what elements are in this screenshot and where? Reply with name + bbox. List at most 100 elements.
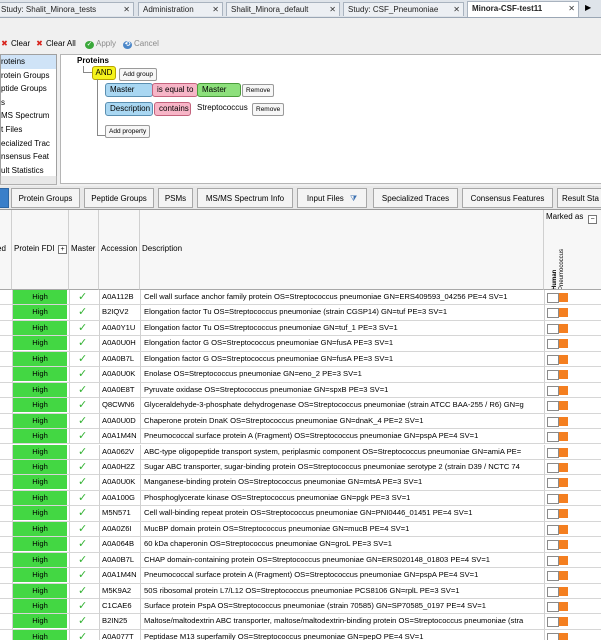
human-marker-checkbox[interactable]: [547, 462, 559, 473]
pneumococcus-marker-flag[interactable]: [559, 385, 568, 395]
and-operator-button[interactable]: AND: [92, 66, 116, 80]
human-marker-checkbox[interactable]: [547, 447, 559, 458]
filter-icon[interactable]: ⧩: [350, 194, 357, 203]
pneumococcus-marker-flag[interactable]: [559, 632, 568, 640]
field-list-scrollbar[interactable]: [0, 176, 57, 185]
collapse-column-icon[interactable]: −: [588, 215, 597, 224]
human-marker-checkbox[interactable]: [547, 602, 559, 612]
human-marker-checkbox[interactable]: [547, 293, 559, 303]
human-marker-checkbox[interactable]: [547, 586, 559, 597]
pneumococcus-marker-flag[interactable]: [559, 447, 568, 457]
table-row[interactable]: High ✓ A0A0U0K Enolase OS=Streptococcus pne…: [0, 367, 601, 383]
human-marker-checkbox[interactable]: [547, 339, 559, 350]
field-list-item[interactable]: t Files: [1, 123, 56, 137]
field-list-item[interactable]: rotein Groups: [1, 69, 56, 83]
tab-msms-spectrum-info[interactable]: MS/MS Spectrum Info: [197, 188, 293, 208]
human-marker-checkbox[interactable]: [547, 416, 559, 427]
tab-specialized-traces[interactable]: Specialized Traces: [373, 188, 458, 208]
condition-operator-contains[interactable]: contains: [154, 102, 191, 116]
doc-tab-minora-csf-test11[interactable]: Minora-CSF-test11 ✕: [467, 1, 579, 17]
field-list-item[interactable]: ecialized Trac: [1, 137, 56, 151]
tab-psms[interactable]: PSMs: [158, 188, 193, 208]
table-row[interactable]: High ✓ A0A1M4N Pneumococcal surface protein…: [0, 429, 601, 445]
table-row[interactable]: High ✓ A0A0U0H Elongation factor G OS=Strep…: [0, 336, 601, 352]
pneumococcus-marker-flag[interactable]: [559, 416, 568, 426]
human-marker-checkbox[interactable]: [547, 540, 559, 551]
table-row[interactable]: High ✓ A0A0U0D Chaperone protein DnaK OS=St…: [0, 413, 601, 430]
tab-protein-groups[interactable]: Protein Groups: [11, 188, 80, 208]
tab-input-files[interactable]: Input Files ⧩: [297, 188, 367, 208]
entity-field-list[interactable]: roteins rotein Groups ptide Groups s MS …: [0, 54, 57, 178]
pneumococcus-marker-flag[interactable]: [559, 586, 568, 596]
column-header-marked-as[interactable]: Marked as − Human Pneumococcus: [544, 210, 601, 290]
condition-value-master[interactable]: Master: [197, 83, 241, 97]
human-marker-checkbox[interactable]: [547, 555, 559, 566]
pneumococcus-marker-flag[interactable]: [559, 370, 568, 380]
tab-consensus-features[interactable]: Consensus Features: [462, 188, 553, 208]
remove-condition-button[interactable]: Remove: [252, 103, 285, 116]
close-icon[interactable]: ✕: [453, 3, 460, 16]
add-group-button[interactable]: Add group: [119, 68, 157, 81]
table-row[interactable]: High ✓ C1CAE6 Surface protein PspA OS=Strep…: [0, 599, 601, 615]
field-list-item[interactable]: MS Spectrum: [1, 109, 56, 123]
cancel-button[interactable]: ⟲ Cancel: [123, 36, 159, 52]
field-list-item[interactable]: nsensus Feat: [1, 150, 56, 164]
close-icon[interactable]: ✕: [212, 3, 219, 16]
pneumococcus-marker-flag[interactable]: [559, 571, 568, 581]
doc-tab-study-shalit-minora-tests[interactable]: Study: Shalit_Minora_tests ✕: [0, 2, 134, 16]
pneumococcus-marker-flag[interactable]: [559, 432, 568, 442]
table-row[interactable]: High ✓ A0A062V ABC-type oligopeptide transp…: [0, 444, 601, 460]
pneumococcus-marker-flag[interactable]: [559, 401, 568, 411]
condition-operator-equal[interactable]: is equal to: [152, 83, 198, 97]
table-row[interactable]: High ✓ A0A100G Phosphoglycerate kinase OS=S…: [0, 490, 601, 507]
condition-value-streptococcus[interactable]: Streptococcus: [197, 102, 248, 114]
human-marker-checkbox[interactable]: [547, 509, 559, 520]
close-icon[interactable]: ✕: [568, 2, 575, 16]
table-row[interactable]: High ✓ Q8CWN6 Glyceraldehyde-3-phosphate de…: [0, 398, 601, 414]
table-row[interactable]: High ✓ B2IN25 Maltose/maltodextrin ABC tran…: [0, 614, 601, 630]
doc-tab-shalit-minora-default[interactable]: Shalit_Minora_default ✕: [226, 2, 340, 16]
human-marker-checkbox[interactable]: [547, 524, 559, 535]
table-row[interactable]: High ✓ A0A0B7L Elongation factor G OS=Strep…: [0, 351, 601, 368]
pneumococcus-marker-flag[interactable]: [559, 462, 568, 472]
apply-button[interactable]: ✓ Apply: [85, 36, 116, 52]
column-header-checked[interactable]: ed: [0, 210, 12, 290]
close-icon[interactable]: ✕: [329, 3, 336, 16]
remove-condition-button[interactable]: Remove: [242, 84, 275, 97]
column-header-accession[interactable]: Accession: [99, 210, 140, 290]
pneumococcus-marker-flag[interactable]: [559, 308, 568, 318]
tab-peptide-groups[interactable]: Peptide Groups: [84, 188, 154, 208]
condition-field-master[interactable]: Master: [105, 83, 153, 97]
human-marker-checkbox[interactable]: [547, 632, 559, 640]
table-row[interactable]: High ✓ A0A0U0K Manganese-binding protein OS…: [0, 475, 601, 491]
expand-column-icon[interactable]: +: [58, 245, 67, 254]
pneumococcus-marker-flag[interactable]: [559, 354, 568, 364]
human-marker-checkbox[interactable]: [547, 432, 559, 443]
pneumococcus-marker-flag[interactable]: [559, 323, 568, 333]
table-row[interactable]: High ✓ A0A0Y1U Elongation factor Tu OS=Stre…: [0, 320, 601, 337]
pneumococcus-marker-flag[interactable]: [559, 524, 568, 534]
table-row[interactable]: High ✓ A0A0B7L CHAP domain-containing prote…: [0, 552, 601, 569]
pneumococcus-marker-flag[interactable]: [559, 509, 568, 519]
human-marker-checkbox[interactable]: [547, 370, 559, 381]
table-row[interactable]: High ✓ B2IQV2 Elongation factor Tu OS=Strep…: [0, 305, 601, 321]
human-marker-checkbox[interactable]: [547, 385, 559, 396]
tab-scroll-right-icon[interactable]: ▶: [585, 3, 591, 12]
human-marker-checkbox[interactable]: [547, 401, 559, 412]
human-marker-checkbox[interactable]: [547, 571, 559, 582]
condition-field-description[interactable]: Description: [105, 102, 153, 116]
table-row[interactable]: High ✓ A0A112B Cell wall surface anchor fam…: [0, 290, 601, 306]
pneumococcus-marker-flag[interactable]: [559, 493, 568, 503]
human-marker-checkbox[interactable]: [547, 493, 559, 504]
field-list-item[interactable]: s: [1, 96, 56, 110]
tab-result-statistics[interactable]: Result Sta: [557, 188, 601, 208]
table-row[interactable]: High ✓ A0A0E8T Pyruvate oxidase OS=Streptoc…: [0, 382, 601, 399]
table-row[interactable]: High ✓ M5K9A2 50S ribosomal protein L7/L12 …: [0, 583, 601, 599]
table-row[interactable]: High ✓ A0A064B 60 kDa chaperonin OS=Strepto…: [0, 537, 601, 553]
pneumococcus-marker-flag[interactable]: [559, 555, 568, 565]
add-property-button[interactable]: Add property: [105, 125, 151, 138]
doc-tab-administration[interactable]: Administration ✕: [138, 2, 223, 16]
table-row[interactable]: High ✓ A0A077T Peptidase M13 superfamily OS…: [0, 629, 601, 640]
clear-all-button[interactable]: ✖ Clear All: [35, 36, 76, 52]
pneumococcus-marker-flag[interactable]: [559, 478, 568, 488]
